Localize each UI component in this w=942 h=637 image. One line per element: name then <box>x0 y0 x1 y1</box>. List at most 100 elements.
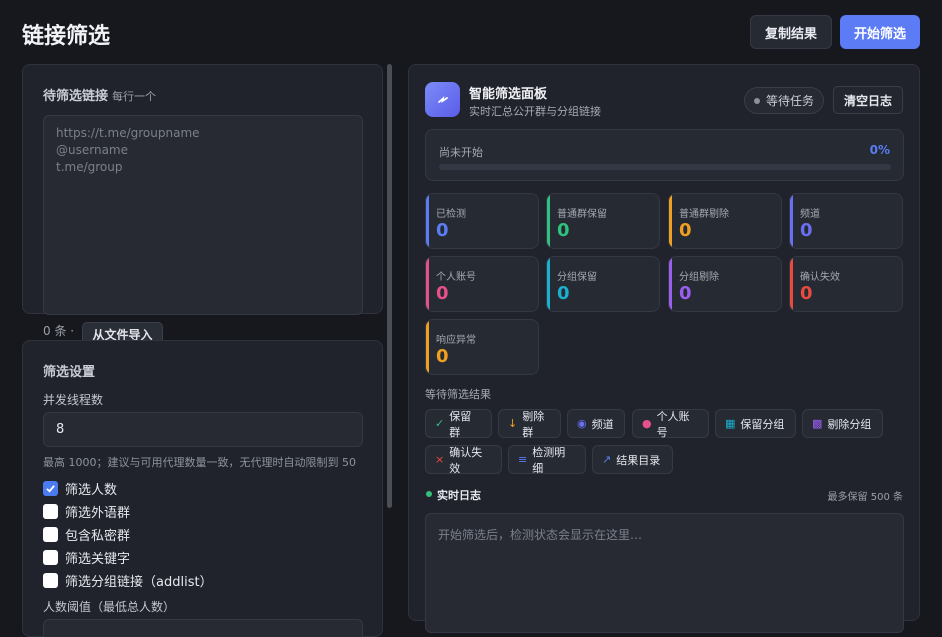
result-chip[interactable]: ↓ 剔除群 <box>498 409 561 439</box>
top-bar: 链接筛选 复制结果 开始筛选 <box>0 0 942 64</box>
checkbox-checked-icon[interactable] <box>43 481 58 496</box>
log-output[interactable]: 开始筛选后，检测状态会显示在这里… <box>425 513 904 633</box>
link-input-subtitle: 每行一个 <box>112 90 157 103</box>
stat-value: 0 <box>436 283 449 304</box>
stat-card: 分组保留 0 <box>546 256 660 312</box>
chip-label: 结果目录 <box>616 453 661 467</box>
stat-card: 确认失效 0 <box>789 256 903 312</box>
stat-value: 0 <box>679 283 692 304</box>
link-input-title: 待筛选链接 <box>43 89 109 104</box>
checkbox-icon[interactable] <box>43 550 58 565</box>
stat-value: 0 <box>557 220 570 241</box>
clear-log-button[interactable]: 清空日志 <box>833 86 903 114</box>
progress-label: 尚未开始 <box>439 146 483 159</box>
stat-value: 0 <box>800 220 813 241</box>
grid-remove-icon: ▩ <box>812 417 823 430</box>
close-icon: × <box>435 453 445 466</box>
result-chip[interactable]: × 确认失效 <box>425 445 502 475</box>
checkbox-icon[interactable] <box>43 573 58 588</box>
link-input-panel: 待筛选链接 每行一个 https://t.me/groupname @userna… <box>22 64 383 315</box>
lightning-logo-icon <box>425 82 460 117</box>
progress-card: 尚未开始 0% <box>425 129 904 181</box>
stat-accent-bar <box>426 320 429 374</box>
log-retention: 最多保留 500 条 <box>827 492 903 503</box>
threads-input[interactable]: 8 <box>43 412 363 447</box>
list-icon: ≡ <box>518 453 528 466</box>
stat-label: 频道 <box>800 209 820 220</box>
option-filter-addlist[interactable]: 筛选分组链接（addlist） <box>43 571 213 590</box>
chip-label: 剔除分组 <box>827 417 872 431</box>
option-label: 筛选分组链接（addlist） <box>65 575 213 590</box>
result-chip[interactable]: ● 个人账号 <box>632 409 709 439</box>
option-label: 包含私密群 <box>65 529 131 544</box>
status-badge: 等待任务 <box>744 87 824 114</box>
stat-accent-bar <box>669 194 672 248</box>
stat-accent-bar <box>547 194 550 248</box>
threads-label: 并发线程数 <box>43 393 104 407</box>
start-filter-button[interactable]: 开始筛选 <box>840 15 920 49</box>
settings-panel: 筛选设置 并发线程数 8 最高 1000；建议与可用代理数量一致，无代理时自动限… <box>22 340 383 637</box>
stat-accent-bar <box>790 257 793 311</box>
stat-label: 已检测 <box>436 209 466 220</box>
stat-accent-bar <box>426 257 429 311</box>
stat-card: 普通群剔除 0 <box>668 193 782 249</box>
link-input-heading: 待筛选链接 每行一个 <box>43 85 156 104</box>
stat-accent-bar <box>426 194 429 248</box>
status-dot-icon <box>753 97 760 104</box>
log-title: 实时日志 <box>437 489 481 502</box>
result-chip[interactable]: ▦ 保留分组 <box>715 409 796 438</box>
chip-label: 保留分组 <box>740 417 785 431</box>
stat-value: 0 <box>679 220 692 241</box>
stat-card: 频道 0 <box>789 193 903 249</box>
stat-label: 响应异常 <box>436 335 476 346</box>
results-label: 等待筛选结果 <box>425 388 491 401</box>
chip-label: 个人账号 <box>656 409 690 439</box>
stat-value: 0 <box>557 283 570 304</box>
panel-subtitle: 实时汇总公开群与分组链接 <box>469 105 601 118</box>
option-label: 筛选外语群 <box>65 506 131 521</box>
stat-card: 已检测 0 <box>425 193 539 249</box>
option-filter-foreign[interactable]: 筛选外语群 <box>43 502 130 521</box>
stat-label: 确认失效 <box>800 272 840 283</box>
status-text: 等待任务 <box>765 94 814 108</box>
links-textarea[interactable]: https://t.me/groupname @username t.me/gr… <box>43 115 363 315</box>
progress-percent: 0% <box>869 143 890 157</box>
panel-title: 智能筛选面板 <box>469 87 548 102</box>
page-title: 链接筛选 <box>22 24 111 49</box>
option-label: 筛选关键字 <box>65 552 131 567</box>
copy-results-button[interactable]: 复制结果 <box>750 15 832 49</box>
left-scrollbar[interactable] <box>387 64 392 508</box>
channel-icon: ◉ <box>577 417 587 430</box>
chip-label: 频道 <box>591 417 614 431</box>
threshold-input[interactable] <box>43 619 363 637</box>
result-chip[interactable]: ↗ 结果目录 <box>592 445 673 474</box>
person-dot-icon: ● <box>642 417 652 430</box>
option-include-private[interactable]: 包含私密群 <box>43 525 130 544</box>
result-chip[interactable]: ◉ 频道 <box>567 409 625 438</box>
chip-label: 保留群 <box>449 409 472 439</box>
smart-filter-panel: 智能筛选面板 实时汇总公开群与分组链接 等待任务 清空日志 尚未开始 0% 已检… <box>408 64 920 633</box>
progress-bar <box>439 164 891 170</box>
checkbox-icon[interactable] <box>43 527 58 542</box>
checkbox-icon[interactable] <box>43 504 58 519</box>
stat-label: 普通群剔除 <box>679 209 729 220</box>
stat-card: 个人账号 0 <box>425 256 539 312</box>
result-chip[interactable]: ✓ 保留群 <box>425 409 492 439</box>
option-label: 筛选人数 <box>65 483 118 498</box>
stat-value: 0 <box>436 346 449 367</box>
arrow-down-icon: ↓ <box>508 417 518 430</box>
chip-label: 检测明细 <box>532 445 566 475</box>
external-link-icon: ↗ <box>602 453 612 466</box>
stat-label: 普通群保留 <box>557 209 607 220</box>
result-chip[interactable]: ▩ 剔除分组 <box>802 409 883 438</box>
threshold-label: 人数阈值（最低总人数） <box>43 600 176 614</box>
stat-label: 个人账号 <box>436 272 476 283</box>
option-filter-keywords[interactable]: 筛选关键字 <box>43 548 130 567</box>
stat-card: 普通群保留 0 <box>546 193 660 249</box>
stat-label: 分组剔除 <box>679 272 719 283</box>
option-filter-members[interactable]: 筛选人数 <box>43 479 117 498</box>
result-chip[interactable]: ≡ 检测明细 <box>508 445 586 475</box>
log-live-dot-icon <box>426 491 432 497</box>
threads-hint: 最高 1000；建议与可用代理数量一致，无代理时自动限制到 50 <box>43 456 356 469</box>
stat-accent-bar <box>790 194 793 248</box>
